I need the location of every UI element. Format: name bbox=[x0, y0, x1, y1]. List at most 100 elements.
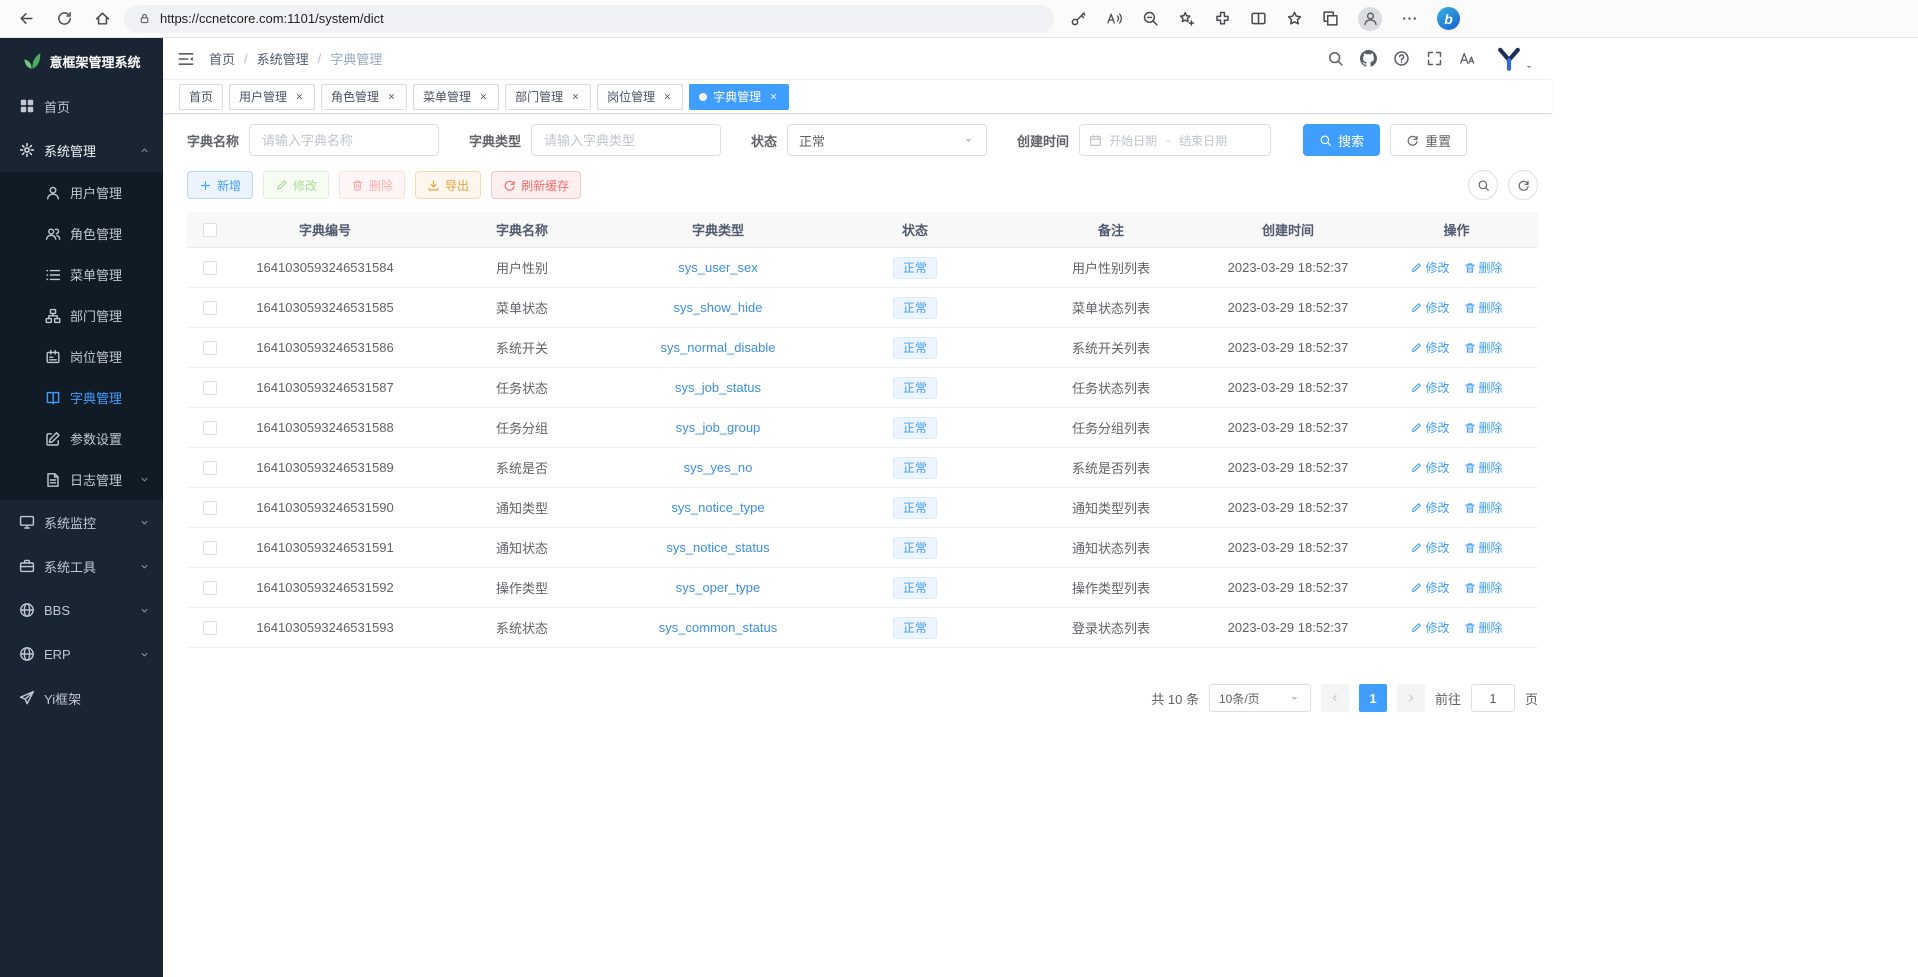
close-icon[interactable] bbox=[477, 91, 489, 103]
close-icon[interactable] bbox=[293, 91, 305, 103]
row-edit-link[interactable]: 修改 bbox=[1410, 579, 1449, 596]
row-checkbox[interactable] bbox=[203, 541, 217, 555]
row-edit-link[interactable]: 修改 bbox=[1410, 259, 1449, 276]
row-edit-link[interactable]: 修改 bbox=[1410, 419, 1449, 436]
sidebar-item-menu[interactable]: 菜单管理 bbox=[0, 254, 163, 295]
browser-back-button[interactable] bbox=[10, 4, 42, 34]
collections-button[interactable] bbox=[1322, 10, 1339, 27]
page-number-button[interactable]: 1 bbox=[1359, 684, 1387, 712]
browser-home-button[interactable] bbox=[86, 4, 118, 34]
sidebar-item-erp[interactable]: ERP bbox=[0, 632, 163, 676]
sidebar-item-system[interactable]: 系统管理 bbox=[0, 128, 163, 172]
browser-address-bar[interactable]: https://ccnetcore.com:1101/system/dict bbox=[124, 5, 1054, 33]
sidebar-item-log[interactable]: 日志管理 bbox=[0, 459, 163, 500]
browser-refresh-button[interactable] bbox=[48, 4, 80, 34]
refresh-cache-button[interactable]: 刷新缓存 bbox=[491, 171, 581, 199]
sidebar-item-monitor[interactable]: 系统监控 bbox=[0, 500, 163, 544]
extensions-button[interactable] bbox=[1214, 10, 1231, 27]
edit-button[interactable]: 修改 bbox=[263, 171, 329, 199]
row-edit-link[interactable]: 修改 bbox=[1410, 619, 1449, 636]
goto-page-input[interactable] bbox=[1471, 684, 1515, 712]
dict-type-link[interactable]: sys_user_sex bbox=[678, 260, 757, 275]
close-icon[interactable] bbox=[569, 91, 581, 103]
row-delete-link[interactable]: 删除 bbox=[1464, 299, 1503, 316]
row-delete-link[interactable]: 删除 bbox=[1464, 339, 1503, 356]
favorites-button[interactable] bbox=[1286, 10, 1303, 27]
tab-dept[interactable]: 部门管理 bbox=[505, 84, 591, 110]
row-delete-link[interactable]: 删除 bbox=[1464, 459, 1503, 476]
close-icon[interactable] bbox=[767, 91, 779, 103]
dict-type-link[interactable]: sys_notice_type bbox=[671, 500, 764, 515]
row-delete-link[interactable]: 删除 bbox=[1464, 579, 1503, 596]
row-edit-link[interactable]: 修改 bbox=[1410, 379, 1449, 396]
row-checkbox[interactable] bbox=[203, 581, 217, 595]
dict-type-link[interactable]: sys_job_status bbox=[675, 380, 761, 395]
zoom-button[interactable] bbox=[1142, 10, 1159, 27]
row-delete-link[interactable]: 删除 bbox=[1464, 419, 1503, 436]
status-select[interactable]: 正常 bbox=[787, 124, 987, 156]
row-checkbox[interactable] bbox=[203, 501, 217, 515]
read-aloud-button[interactable] bbox=[1106, 10, 1123, 27]
show-search-button[interactable] bbox=[1468, 170, 1498, 200]
next-page-button[interactable] bbox=[1397, 684, 1425, 712]
tab-dict[interactable]: 字典管理 bbox=[689, 84, 789, 110]
dict-type-link[interactable]: sys_oper_type bbox=[676, 580, 761, 595]
row-edit-link[interactable]: 修改 bbox=[1410, 299, 1449, 316]
help-button[interactable] bbox=[1393, 50, 1410, 67]
row-checkbox[interactable] bbox=[203, 461, 217, 475]
add-favorite-button[interactable] bbox=[1178, 10, 1195, 27]
row-delete-link[interactable]: 删除 bbox=[1464, 539, 1503, 556]
row-checkbox[interactable] bbox=[203, 381, 217, 395]
more-button[interactable] bbox=[1401, 10, 1418, 27]
tab-role[interactable]: 角色管理 bbox=[321, 84, 407, 110]
sidebar-item-config[interactable]: 参数设置 bbox=[0, 418, 163, 459]
row-checkbox[interactable] bbox=[203, 341, 217, 355]
row-edit-link[interactable]: 修改 bbox=[1410, 339, 1449, 356]
close-icon[interactable] bbox=[385, 91, 397, 103]
row-checkbox[interactable] bbox=[203, 421, 217, 435]
sidebar-item-yi[interactable]: Yi框架 bbox=[0, 676, 163, 720]
create-time-range-picker[interactable]: 开始日期 - 结束日期 bbox=[1079, 124, 1271, 156]
dict-type-link[interactable]: sys_show_hide bbox=[674, 300, 763, 315]
sidebar-item-user[interactable]: 用户管理 bbox=[0, 172, 163, 213]
export-button[interactable]: 导出 bbox=[415, 171, 481, 199]
dict-name-input[interactable] bbox=[249, 124, 439, 156]
row-delete-link[interactable]: 删除 bbox=[1464, 379, 1503, 396]
sidebar-item-tool[interactable]: 系统工具 bbox=[0, 544, 163, 588]
profile-button[interactable] bbox=[1358, 7, 1382, 31]
row-edit-link[interactable]: 修改 bbox=[1410, 459, 1449, 476]
tab-menu[interactable]: 菜单管理 bbox=[413, 84, 499, 110]
dict-type-link[interactable]: sys_job_group bbox=[676, 420, 761, 435]
reset-button[interactable]: 重置 bbox=[1390, 124, 1467, 156]
search-button[interactable] bbox=[1327, 50, 1344, 67]
bing-chat-button[interactable]: b bbox=[1437, 7, 1460, 30]
sidebar-item-post[interactable]: 岗位管理 bbox=[0, 336, 163, 377]
row-edit-link[interactable]: 修改 bbox=[1410, 499, 1449, 516]
select-all-checkbox[interactable] bbox=[203, 223, 217, 237]
row-delete-link[interactable]: 删除 bbox=[1464, 619, 1503, 636]
row-checkbox[interactable] bbox=[203, 301, 217, 315]
row-delete-link[interactable]: 删除 bbox=[1464, 499, 1503, 516]
tab-user[interactable]: 用户管理 bbox=[229, 84, 315, 110]
fullscreen-button[interactable] bbox=[1426, 50, 1443, 67]
row-delete-link[interactable]: 删除 bbox=[1464, 259, 1503, 276]
brand-avatar[interactable] bbox=[1496, 46, 1534, 72]
row-edit-link[interactable]: 修改 bbox=[1410, 539, 1449, 556]
tab-post[interactable]: 岗位管理 bbox=[597, 84, 683, 110]
row-checkbox[interactable] bbox=[203, 621, 217, 635]
close-icon[interactable] bbox=[661, 91, 673, 103]
sidebar-item-home[interactable]: 首页 bbox=[0, 84, 163, 128]
sidebar-item-role[interactable]: 角色管理 bbox=[0, 213, 163, 254]
search-button[interactable]: 搜索 bbox=[1303, 124, 1380, 156]
github-button[interactable] bbox=[1360, 50, 1377, 67]
tab-home[interactable]: 首页 bbox=[179, 84, 223, 110]
dict-type-link[interactable]: sys_common_status bbox=[659, 620, 778, 635]
row-checkbox[interactable] bbox=[203, 261, 217, 275]
sidebar-item-dept[interactable]: 部门管理 bbox=[0, 295, 163, 336]
refresh-table-button[interactable] bbox=[1508, 170, 1538, 200]
prev-page-button[interactable] bbox=[1321, 684, 1349, 712]
page-size-select[interactable]: 10条/页 bbox=[1209, 684, 1311, 712]
dict-type-link[interactable]: sys_normal_disable bbox=[661, 340, 776, 355]
delete-button[interactable]: 删除 bbox=[339, 171, 405, 199]
dict-type-input[interactable] bbox=[531, 124, 721, 156]
